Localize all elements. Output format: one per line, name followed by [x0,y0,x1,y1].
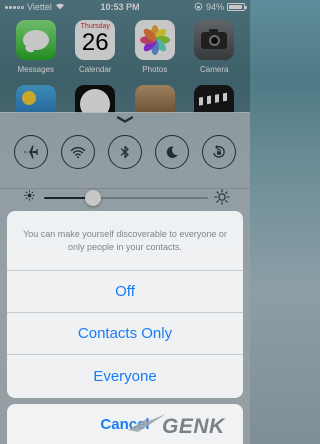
watermark-text: GENK [162,415,226,438]
airdrop-contacts-only-option[interactable]: Contacts Only [7,313,243,355]
airdrop-action-sheet: You can make yourself discoverable to ev… [7,211,243,398]
genk-watermark-logo: GENK [128,414,226,438]
airdrop-everyone-option[interactable]: Everyone [7,355,243,398]
action-sheet-message: You can make yourself discoverable to ev… [7,211,243,271]
airdrop-off-option[interactable]: Off [7,271,243,313]
